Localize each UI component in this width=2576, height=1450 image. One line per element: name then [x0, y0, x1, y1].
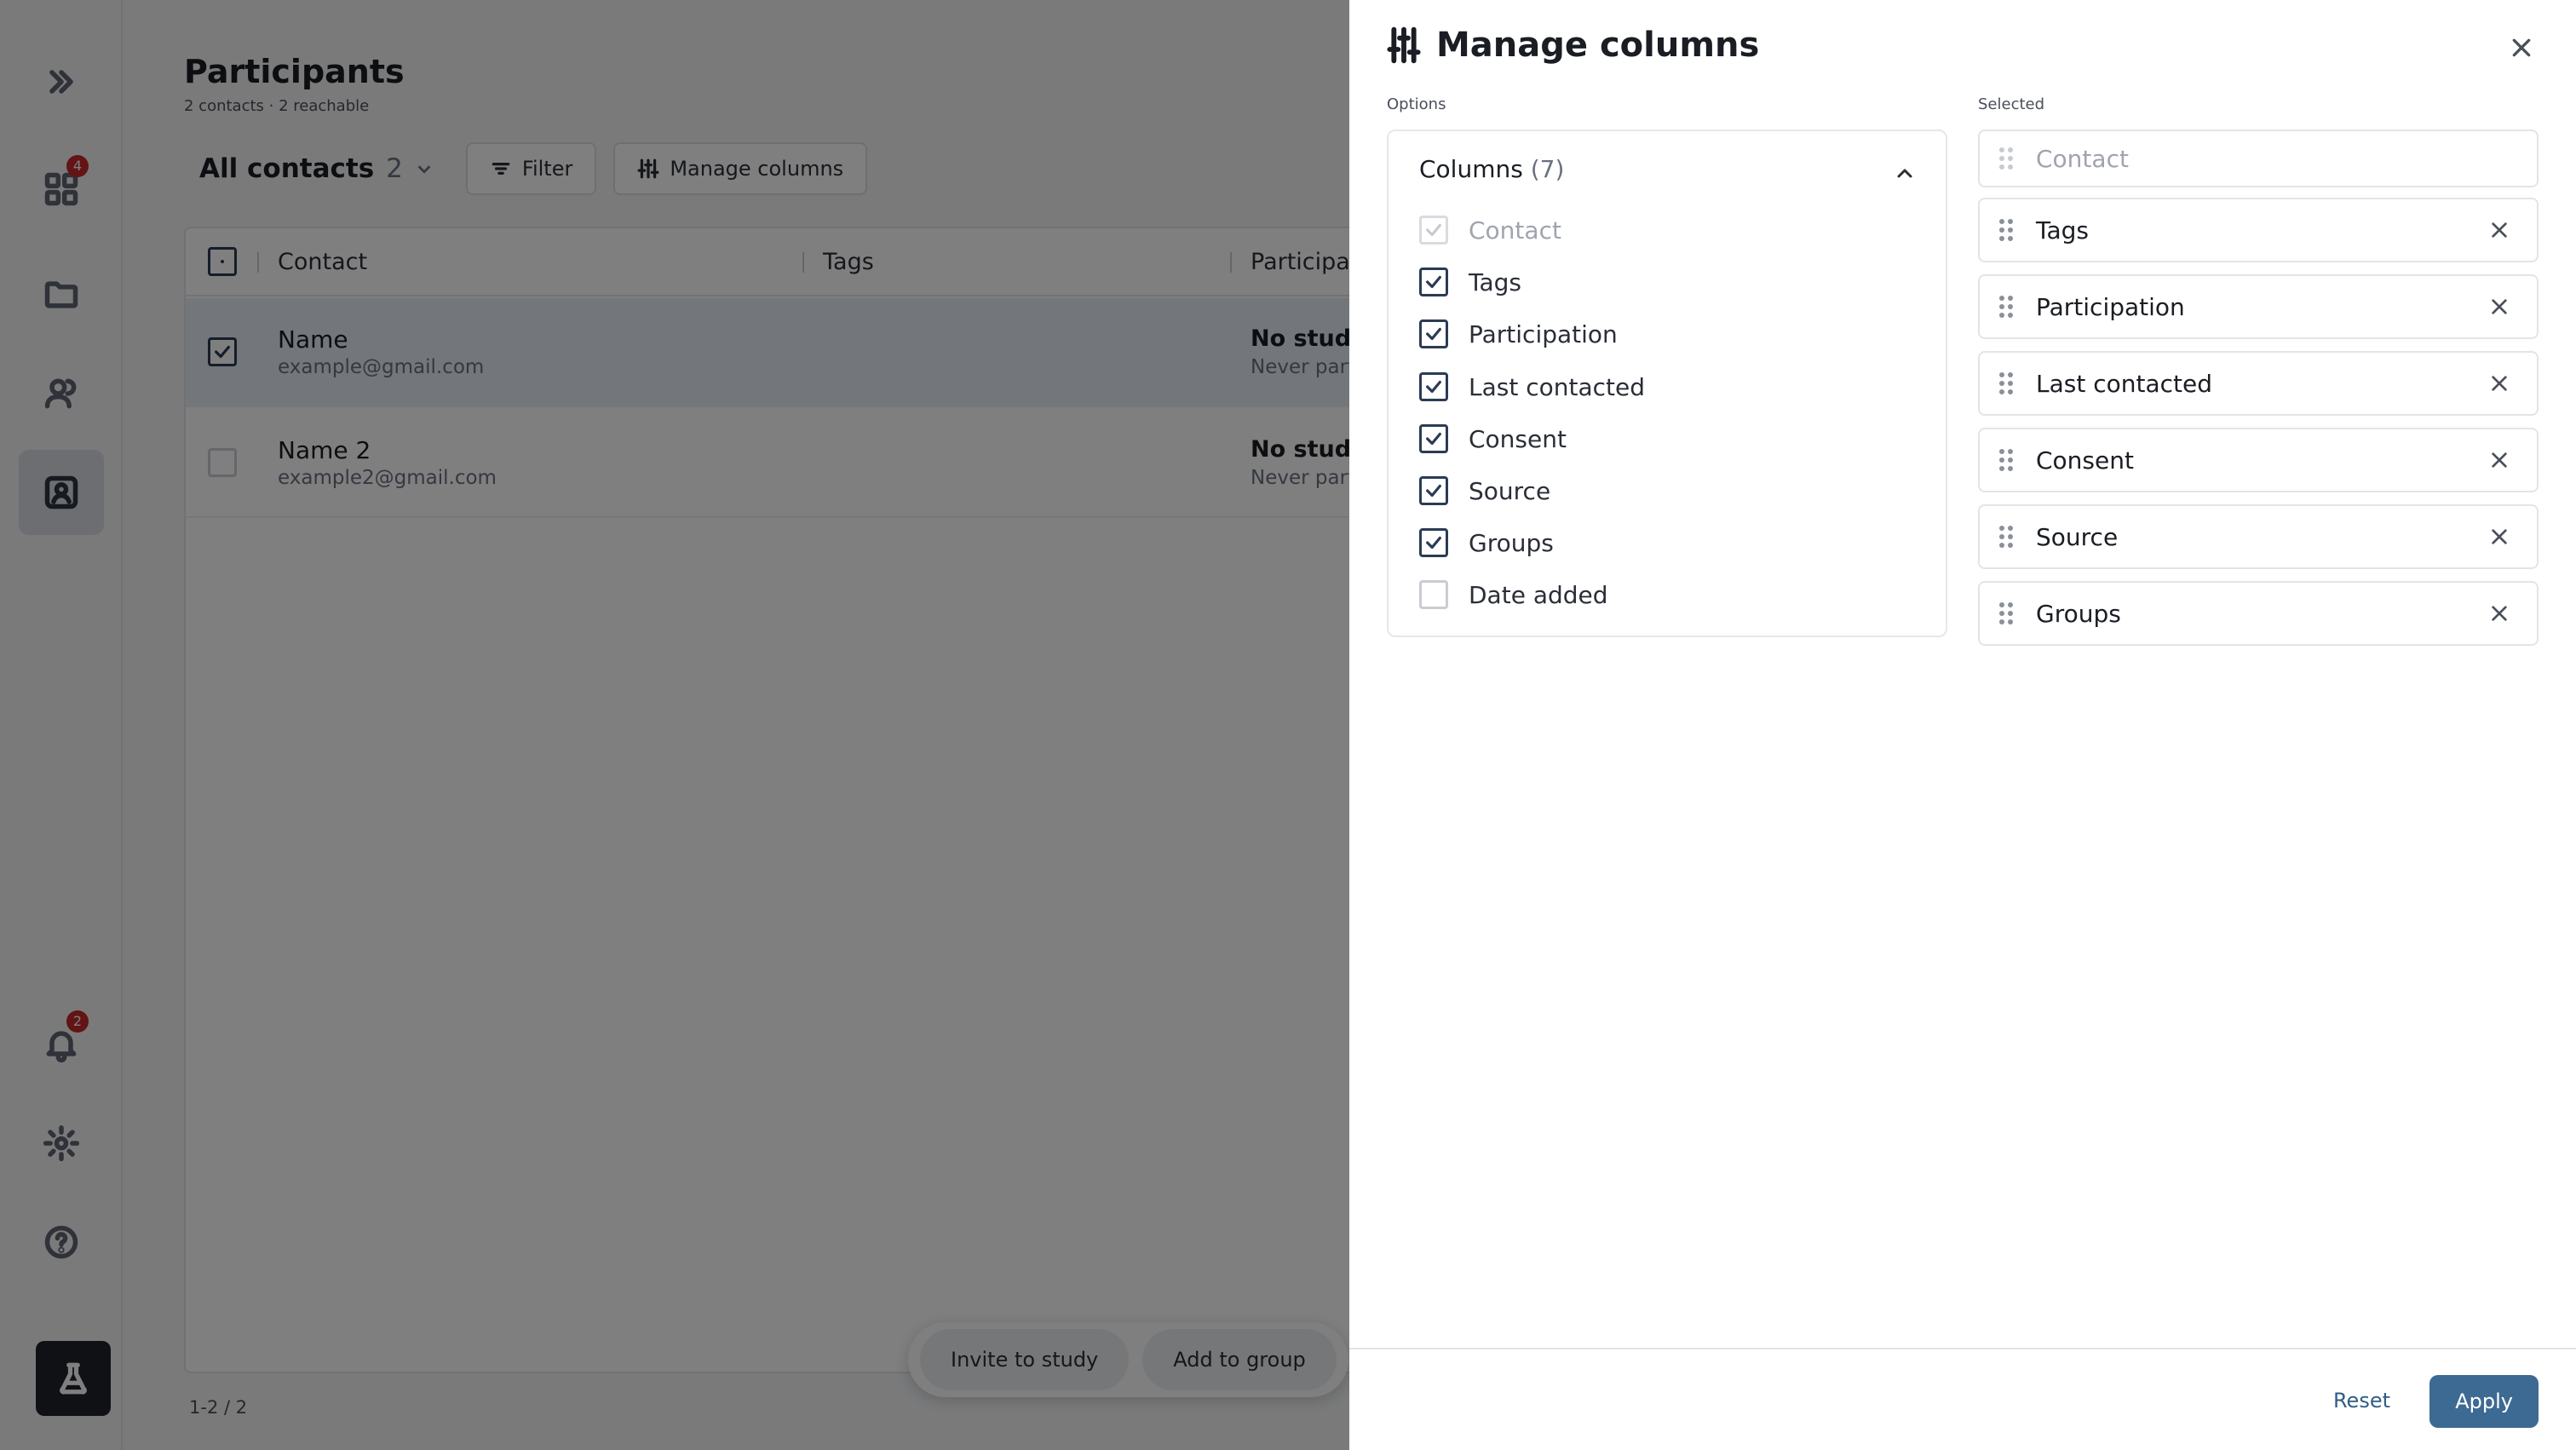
option-label: Contact — [1469, 216, 1561, 245]
option-source[interactable]: Source — [1419, 474, 1550, 508]
selected-label: Selected — [1978, 95, 2045, 113]
sliders-icon — [1387, 26, 1421, 64]
option-checkbox[interactable] — [1419, 372, 1448, 401]
apply-button[interactable]: Apply — [2429, 1375, 2539, 1428]
option-checkbox[interactable] — [1419, 268, 1448, 296]
selected-column-label: Groups — [2036, 599, 2121, 628]
selected-column-label: Tags — [2036, 216, 2089, 245]
option-last-contacted[interactable]: Last contacted — [1419, 370, 1645, 404]
close-drawer-button[interactable] — [2504, 31, 2539, 65]
selected-column-label: Participation — [2036, 292, 2185, 321]
reset-button[interactable]: Reset — [2318, 1375, 2406, 1426]
selected-column-participation[interactable]: Participation — [1978, 274, 2539, 339]
options-label: Options — [1387, 95, 1446, 113]
close-icon — [2492, 452, 2507, 468]
option-consent[interactable]: Consent — [1419, 422, 1567, 456]
close-icon — [2492, 529, 2507, 544]
selected-column-label: Source — [2036, 522, 2119, 551]
drag-handle-icon[interactable] — [1998, 525, 2014, 549]
selected-column-contact: Contact — [1978, 129, 2539, 187]
manage-columns-drawer: Manage columns Options Selected Columns … — [1349, 0, 2576, 1450]
option-checkbox[interactable] — [1419, 476, 1448, 505]
drawer-header: Manage columns — [1387, 26, 1759, 65]
columns-count: (7) — [1530, 155, 1565, 183]
option-checkbox — [1419, 216, 1448, 245]
option-participation[interactable]: Participation — [1419, 317, 1618, 351]
check-icon — [1426, 327, 1441, 341]
selected-column-consent[interactable]: Consent — [1978, 428, 2539, 492]
option-label: Tags — [1469, 268, 1521, 296]
columns-heading-label: Columns — [1419, 155, 1523, 183]
option-label: Groups — [1469, 528, 1554, 557]
check-icon — [1426, 380, 1441, 394]
remove-column-button[interactable] — [2479, 286, 2520, 327]
check-icon — [1426, 275, 1441, 289]
chevron-up-icon[interactable] — [1895, 164, 1915, 184]
selected-column-groups[interactable]: Groups — [1978, 581, 2539, 646]
option-groups[interactable]: Groups — [1419, 526, 1554, 560]
selected-column-label: Last contacted — [2036, 369, 2213, 398]
drag-handle-icon[interactable] — [1998, 371, 2014, 395]
remove-column-button[interactable] — [2479, 440, 2520, 480]
drawer-footer: Reset Apply — [1349, 1348, 2576, 1450]
selected-column-label: Consent — [2036, 446, 2134, 475]
drag-handle-icon[interactable] — [1998, 448, 2014, 472]
option-checkbox[interactable] — [1419, 319, 1448, 348]
option-label: Participation — [1469, 319, 1618, 348]
columns-heading[interactable]: Columns (7) — [1419, 155, 1564, 183]
option-tags[interactable]: Tags — [1419, 265, 1521, 299]
selected-column-tags[interactable]: Tags — [1978, 198, 2539, 262]
drag-handle-icon[interactable] — [1998, 218, 2014, 242]
drawer-title: Manage columns — [1436, 26, 1760, 65]
option-date-added[interactable]: Date added — [1419, 578, 1608, 612]
check-icon — [1426, 432, 1441, 446]
column-options-panel: Columns (7) Contact Tags Participation L… — [1387, 129, 1947, 637]
modal-backdrop[interactable] — [0, 0, 1349, 1450]
close-icon — [2492, 376, 2507, 391]
drag-handle-icon — [1999, 147, 2013, 170]
remove-column-button[interactable] — [2479, 516, 2520, 557]
option-checkbox[interactable] — [1419, 580, 1448, 609]
check-icon — [1426, 536, 1441, 550]
check-icon — [1426, 223, 1441, 237]
remove-column-button[interactable] — [2479, 363, 2520, 404]
remove-column-button[interactable] — [2479, 593, 2520, 634]
option-checkbox[interactable] — [1419, 528, 1448, 557]
option-label: Last contacted — [1469, 372, 1646, 401]
close-icon — [2492, 299, 2507, 314]
option-contact: Contact — [1419, 213, 1561, 247]
option-label: Source — [1469, 476, 1551, 505]
close-icon — [2512, 38, 2531, 57]
drag-handle-icon[interactable] — [1998, 601, 2014, 625]
drag-handle-icon[interactable] — [1998, 295, 2014, 319]
selected-column-label: Contact — [2036, 144, 2129, 173]
selected-column-source[interactable]: Source — [1978, 504, 2539, 569]
option-label: Date added — [1469, 580, 1608, 609]
check-icon — [1426, 484, 1441, 498]
option-label: Consent — [1469, 424, 1567, 453]
option-checkbox[interactable] — [1419, 424, 1448, 453]
close-icon — [2492, 606, 2507, 621]
remove-column-button[interactable] — [2479, 210, 2520, 250]
close-icon — [2492, 222, 2507, 238]
selected-column-last-contacted[interactable]: Last contacted — [1978, 351, 2539, 416]
